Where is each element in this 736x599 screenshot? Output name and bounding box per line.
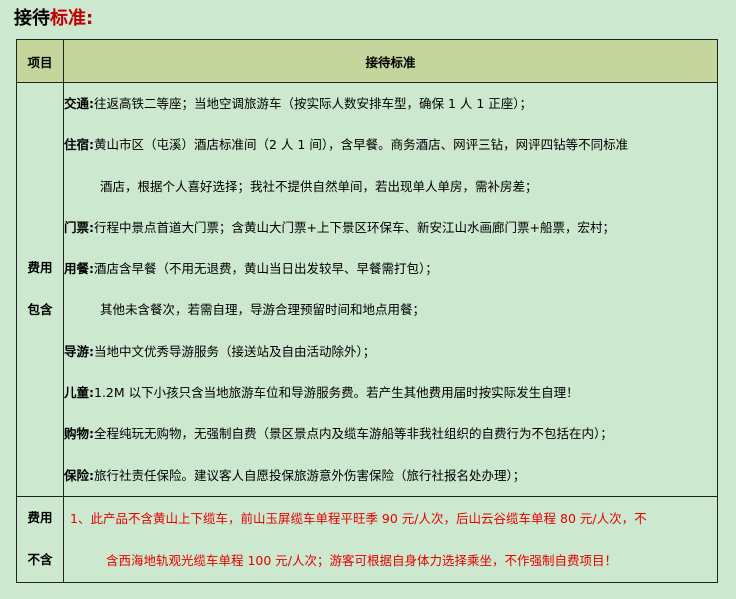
included-item-meals: 用餐:酒店含早餐（不用无退费，黄山当日出发较早、早餐需打包）； [64,248,717,289]
item-key: 导游: [64,343,94,359]
excluded-label-line1: 费用 [27,510,53,526]
included-item-guide: 导游:当地中文优秀导游服务（接送站及自由活动除外）； [64,331,717,372]
included-item-insurance: 保险:旅行社责任保险。建议客人自愿投保旅游意外伤害保险（旅行社报名处办理）； [64,455,717,496]
reception-standard-table: 项目 接待标准 费用 包含 交通:往返高铁二等座；当地空调旅游车（按实际人数安排… [16,39,718,583]
table-header-row: 项目 接待标准 [16,39,718,83]
item-key: 购物: [64,426,94,442]
item-key: 门票: [64,219,94,235]
item-key: 住宿: [64,137,94,153]
included-row: 费用 包含 交通:往返高铁二等座；当地空调旅游车（按实际人数安排车型，确保 1 … [16,82,718,497]
included-item-lodging: 住宿:黄山市区（屯溪）酒店标准间（2 人 1 间），含早餐。商务酒店、网评三钻，… [64,124,717,165]
item-text: 1.2M 以下小孩只含当地旅游车位和导游服务费。若产生其他费用届时按实际发生自理… [94,385,579,401]
item-text: 全程纯玩无购物，无强制自费（景区景点内及缆车游船等非我社组织的自费行为不包括在内… [94,426,613,442]
item-text: 旅行社责任保险。建议客人自愿投保旅游意外伤害保险（旅行社报名处办理）； [94,467,526,483]
excluded-line: 1、此产品不含黄山上下缆车，前山玉屏缆车单程平旺季 90 元/人次，后山云谷缆车… [70,510,647,526]
included-label-line2: 包含 [27,302,53,318]
item-key: 用餐: [64,261,94,277]
item-text: 往返高铁二等座；当地空调旅游车（按实际人数安排车型，确保 1 人 1 正座）； [94,96,533,111]
excluded-row: 费用 不含 1、此产品不含黄山上下缆车，前山玉屏缆车单程平旺季 90 元/人次，… [16,495,718,583]
item-text: 行程中景点首道大门票；含黄山大门票+上下景区环保车、新安江山水画廊门票+船票，宏… [94,219,615,235]
item-text: 酒店，根据个人喜好选择；我社不提供自然单间，若出现单人单房，需补房差； [100,178,538,194]
excluded-label-line2: 不含 [27,552,53,568]
page-title-part1: 接待 [14,8,50,29]
item-text: 当地中文优秀导游服务（接送站及自由活动除外）； [94,343,376,359]
header-item: 项目 [16,39,64,83]
excluded-label: 费用 不含 [16,495,64,583]
excluded-line: 含西海地轨观光缆车单程 100 元/人次；游客可根据自身体力选择乘坐，不作强制自… [106,552,618,568]
item-key: 儿童: [64,385,94,401]
excluded-content: 1、此产品不含黄山上下缆车，前山玉屏缆车单程平旺季 90 元/人次，后山云谷缆车… [63,495,718,583]
page-title: 接待标准: [14,4,93,34]
included-item-shopping: 购物:全程纯玩无购物，无强制自费（景区景点内及缆车游船等非我社组织的自费行为不包… [64,413,717,454]
item-key: 交通: [64,96,94,111]
included-item-meals-cont: 其他未含餐次，若需自理，导游合理预留时间和地点用餐； [64,289,717,330]
included-item-children: 儿童:1.2M 以下小孩只含当地旅游车位和导游服务费。若产生其他费用届时按实际发… [64,372,717,413]
page-title-part2: 标准: [50,8,94,29]
header-standard: 接待标准 [63,39,718,83]
included-item-lodging-cont: 酒店，根据个人喜好选择；我社不提供自然单间，若出现单人单房，需补房差； [64,166,717,207]
included-content: 交通:往返高铁二等座；当地空调旅游车（按实际人数安排车型，确保 1 人 1 正座… [63,82,718,497]
included-item-tickets: 门票:行程中景点首道大门票；含黄山大门票+上下景区环保车、新安江山水画廊门票+船… [64,207,717,248]
item-text: 酒店含早餐（不用无退费，黄山当日出发较早、早餐需打包）； [94,261,438,277]
included-label: 费用 包含 [16,82,64,497]
item-text: 其他未含餐次，若需自理，导游合理预留时间和地点用餐； [100,302,426,318]
included-item-transport: 交通:往返高铁二等座；当地空调旅游车（按实际人数安排车型，确保 1 人 1 正座… [64,83,717,124]
item-text: 黄山市区（屯溪）酒店标准间（2 人 1 间），含早餐。商务酒店、网评三钻，网评四… [94,137,629,153]
item-key: 保险: [64,467,94,483]
included-label-line1: 费用 [27,260,53,276]
